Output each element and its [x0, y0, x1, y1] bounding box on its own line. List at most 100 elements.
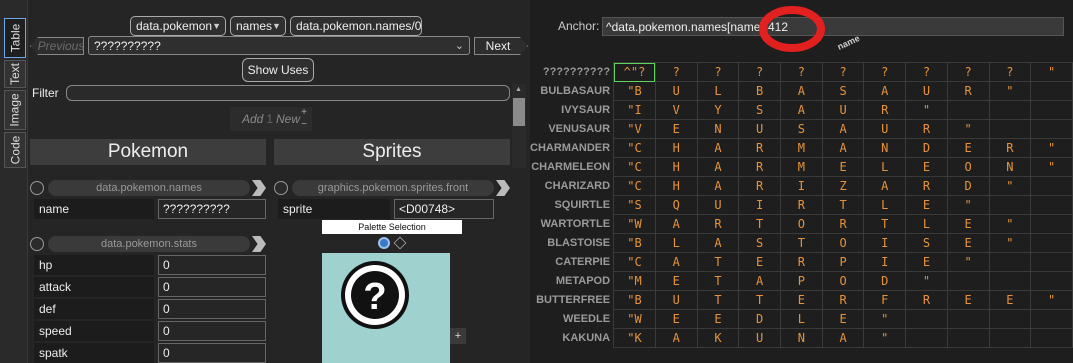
table-cell[interactable]: R	[738, 138, 781, 158]
table-cell[interactable]: ?	[654, 62, 698, 82]
table-cell[interactable]: "	[1030, 157, 1073, 177]
table-cell[interactable]: "	[905, 271, 948, 291]
node-toggle-circle[interactable]	[274, 181, 288, 195]
table-cell[interactable]: R	[780, 195, 823, 215]
table-cell[interactable]: "C	[613, 176, 656, 196]
table-cell[interactable]	[946, 271, 990, 291]
table-cell[interactable]: R	[905, 176, 948, 196]
table-cell[interactable]: N	[780, 328, 823, 348]
table-cell[interactable]: T	[738, 290, 781, 310]
table-cell[interactable]	[1030, 233, 1073, 253]
tab-image[interactable]: Image	[4, 90, 26, 130]
table-cell[interactable]: "B	[613, 233, 656, 253]
table-cell[interactable]: ?	[946, 62, 990, 82]
table-cell[interactable]	[1030, 100, 1073, 120]
table-cell[interactable]: I	[738, 195, 781, 215]
table-cell[interactable]: Y	[696, 100, 740, 120]
table-cell[interactable]: T	[696, 290, 740, 310]
table-cell[interactable]: "W	[613, 309, 656, 329]
table-cell[interactable]: "	[988, 81, 1032, 101]
table-cell[interactable]: D	[738, 309, 781, 329]
table-cell[interactable]: ?	[780, 62, 823, 82]
table-cell[interactable]: E	[654, 119, 698, 139]
table-cell[interactable]: E	[738, 252, 781, 272]
table-cell[interactable]: "C	[613, 138, 656, 158]
table-cell[interactable]: "	[988, 176, 1032, 196]
table-cell[interactable]	[988, 119, 1032, 139]
table-cell[interactable]: E	[696, 309, 740, 329]
table-cell[interactable]	[946, 100, 990, 120]
table-cell[interactable]	[988, 328, 1032, 348]
table-cell[interactable]: A	[696, 176, 740, 196]
table-cell[interactable]: U	[654, 290, 698, 310]
table-cell[interactable]: "S	[613, 195, 656, 215]
table-cell[interactable]: D	[905, 138, 948, 158]
table-cell[interactable]: "V	[613, 119, 656, 139]
row-header[interactable]: WARTORTLE	[530, 214, 614, 234]
table-cell[interactable]: R	[696, 214, 740, 234]
table-cell[interactable]: A	[696, 157, 740, 177]
table-cell[interactable]: A	[780, 81, 823, 101]
table-cell[interactable]: H	[654, 157, 698, 177]
table-cell[interactable]: T	[863, 214, 907, 234]
table-cell[interactable]: R	[905, 290, 948, 310]
table-cell[interactable]: ?	[738, 62, 781, 82]
table-cell[interactable]: A	[654, 252, 698, 272]
table-cell[interactable]: N	[863, 138, 907, 158]
table-cell[interactable]: N	[988, 157, 1032, 177]
anchor-input[interactable]: ^data.pokemon.names[name"]412	[602, 17, 1064, 36]
table-cell[interactable]: H	[654, 138, 698, 158]
table-cell[interactable]: T	[696, 252, 740, 272]
table-cell[interactable]: E	[654, 309, 698, 329]
table-cell[interactable]: "C	[613, 157, 656, 177]
table-cell[interactable]: E	[821, 309, 865, 329]
table-cell[interactable]	[946, 328, 990, 348]
table-cell[interactable]: U	[738, 119, 781, 139]
row-header[interactable]: BLASTOISE	[530, 233, 614, 253]
table-cell[interactable]: L	[863, 195, 907, 215]
table-cell[interactable]: "M	[613, 271, 656, 291]
table-cell[interactable]: R	[946, 81, 990, 101]
table-cell[interactable]: U	[696, 195, 740, 215]
scrollbar[interactable]: ▲	[512, 84, 526, 168]
table-cell[interactable]: E	[946, 233, 990, 253]
table-cell[interactable]: ?	[821, 62, 865, 82]
table-cell[interactable]	[1030, 309, 1073, 329]
table-cell[interactable]: R	[821, 290, 865, 310]
palette-radio-1[interactable]	[378, 237, 390, 249]
table-cell[interactable]: U	[738, 328, 781, 348]
show-uses-button[interactable]: Show Uses	[242, 58, 314, 82]
table-cell[interactable]: "	[988, 233, 1032, 253]
table-cell[interactable]: "	[946, 252, 990, 272]
table-cell[interactable]: "	[988, 214, 1032, 234]
table-cell[interactable]: S	[821, 81, 865, 101]
table-cell[interactable]: U	[905, 81, 948, 101]
table-cell[interactable]: E	[905, 195, 948, 215]
table-cell[interactable]	[1030, 252, 1073, 272]
table-cell[interactable]: Q	[654, 195, 698, 215]
table-cell[interactable]: P	[780, 271, 823, 291]
table-cell[interactable]	[988, 252, 1032, 272]
table-cell[interactable]: "	[946, 119, 990, 139]
table-cell[interactable]: ?	[863, 62, 907, 82]
table-cell[interactable]: H	[654, 176, 698, 196]
table-cell[interactable]: "	[863, 328, 907, 348]
breadcrumb-data-pokemon[interactable]: data.pokemon ▼	[130, 16, 226, 36]
node-toggle-circle[interactable]	[30, 181, 44, 195]
row-header[interactable]: KAKUNA	[530, 328, 614, 348]
table-cell[interactable]: L	[654, 233, 698, 253]
table-cell[interactable]: Z	[821, 176, 865, 196]
add-button[interactable]: Add	[242, 112, 263, 126]
table-cell[interactable]: R	[905, 119, 948, 139]
row-header[interactable]: BUTTERFREE	[530, 290, 614, 310]
row-header[interactable]: SQUIRTLE	[530, 195, 614, 215]
table-cell[interactable]: L	[863, 157, 907, 177]
row-header[interactable]: CATERPIE	[530, 252, 614, 272]
table-cell[interactable]: R	[780, 252, 823, 272]
table-cell[interactable]: S	[738, 233, 781, 253]
field-value-input[interactable]: 0	[158, 321, 266, 341]
table-cell[interactable]: U	[821, 100, 865, 120]
table-cell[interactable]: U	[654, 81, 698, 101]
table-cell[interactable]: N	[696, 119, 740, 139]
table-cell[interactable]: A	[821, 138, 865, 158]
